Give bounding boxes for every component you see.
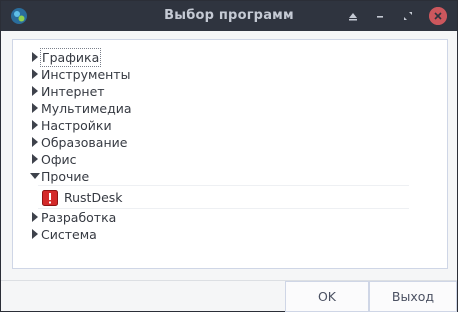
- triangle-up-icon[interactable]: [345, 8, 361, 24]
- tree-item-label: Настройки: [41, 118, 112, 133]
- tree-item-system[interactable]: Система: [28, 226, 447, 243]
- category-tree-panel[interactable]: Графика Инструменты Интернет Мультимедиа…: [12, 39, 448, 269]
- expand-arrow-icon[interactable]: [30, 86, 40, 96]
- close-icon[interactable]: [429, 7, 447, 25]
- minimize-icon[interactable]: [372, 8, 388, 24]
- tree-item-label: Мультимедиа: [41, 101, 132, 116]
- tree-item-tools[interactable]: Инструменты: [28, 66, 447, 83]
- tree-item-settings[interactable]: Настройки: [28, 117, 447, 134]
- expand-arrow-icon[interactable]: [30, 120, 40, 130]
- tree-item-label: Графика: [39, 48, 102, 67]
- app-chooser-window: Выбор программ Графика Инструменты Интер…: [0, 0, 458, 312]
- tree-item-other[interactable]: Прочие: [28, 168, 447, 185]
- ok-button[interactable]: OK: [285, 281, 369, 312]
- tree-child-label: RustDesk: [64, 190, 123, 205]
- tree-item-label: Образование: [41, 135, 128, 150]
- titlebar[interactable]: Выбор программ: [1, 1, 457, 31]
- category-tree: Графика Инструменты Интернет Мультимедиа…: [28, 48, 447, 243]
- collapse-arrow-icon[interactable]: [30, 171, 40, 181]
- exit-button[interactable]: Выход: [369, 281, 457, 312]
- tree-item-label: Интернет: [41, 84, 105, 99]
- tree-child-rustdesk[interactable]: RustDesk: [38, 185, 409, 209]
- tree-item-label: Система: [41, 227, 97, 242]
- tree-item-multimedia[interactable]: Мультимедиа: [28, 100, 447, 117]
- tree-item-development[interactable]: Разработка: [28, 209, 447, 226]
- expand-arrow-icon[interactable]: [30, 154, 40, 164]
- tree-item-label: Прочие: [41, 169, 90, 184]
- expand-arrow-icon[interactable]: [30, 212, 40, 222]
- warning-icon: [42, 190, 58, 206]
- expand-arrow-icon[interactable]: [30, 103, 40, 113]
- expand-arrow-icon[interactable]: [30, 52, 40, 62]
- tree-item-office[interactable]: Офис: [28, 151, 447, 168]
- tree-item-label: Разработка: [41, 210, 117, 225]
- tree-item-internet[interactable]: Интернет: [28, 83, 447, 100]
- window-title: Выбор программ: [164, 8, 294, 23]
- tree-item-education[interactable]: Образование: [28, 134, 447, 151]
- expand-arrow-icon[interactable]: [30, 229, 40, 239]
- tree-item-graphics[interactable]: Графика: [28, 48, 447, 67]
- tree-item-label: Инструменты: [41, 67, 131, 82]
- restore-icon[interactable]: [400, 8, 416, 24]
- expand-arrow-icon[interactable]: [30, 137, 40, 147]
- tree-item-label: Офис: [41, 152, 77, 167]
- expand-arrow-icon[interactable]: [30, 69, 40, 79]
